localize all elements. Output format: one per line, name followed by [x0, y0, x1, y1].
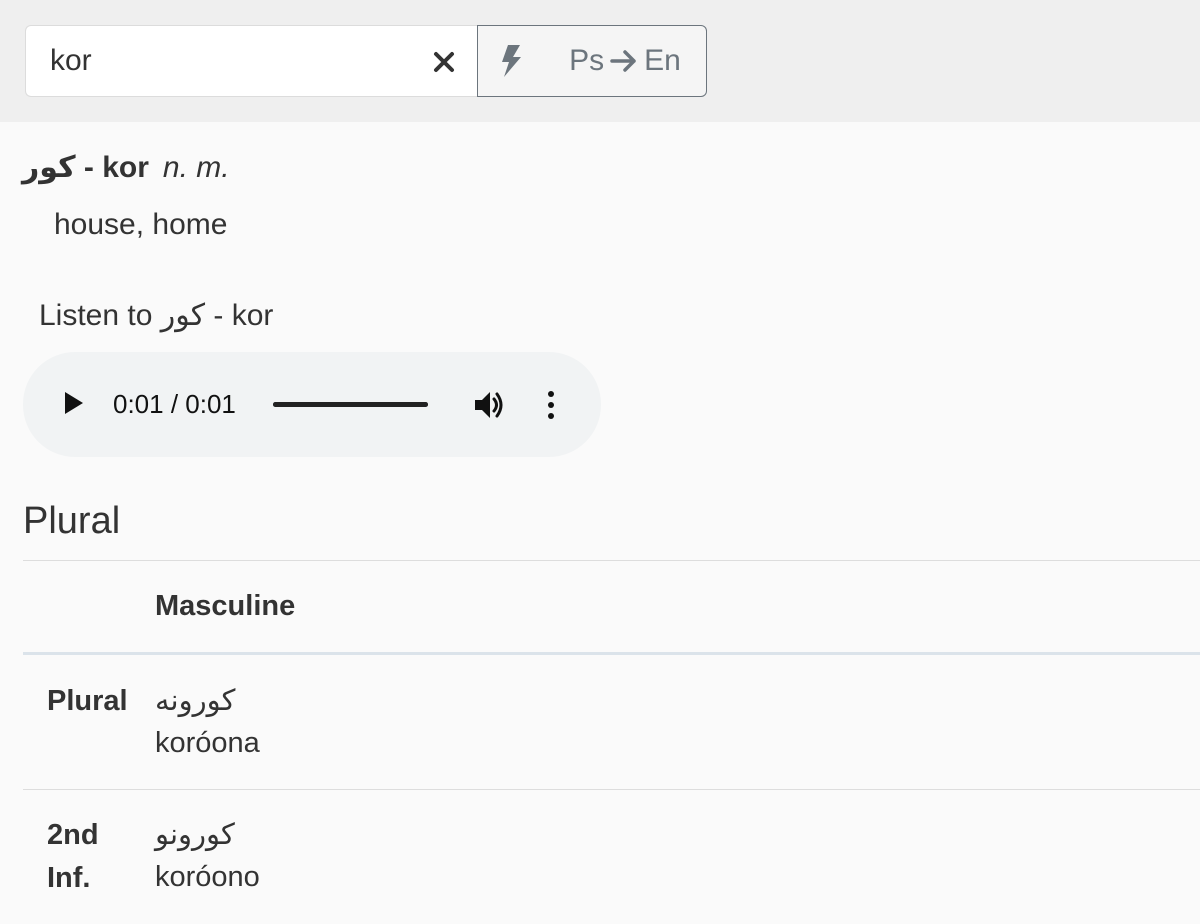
more-vertical-icon — [548, 391, 554, 419]
play-icon — [65, 392, 83, 414]
close-icon — [434, 52, 454, 72]
listen-separator: - — [205, 299, 232, 332]
part-of-speech: n. m. — [162, 151, 230, 184]
source-language: Ps — [569, 44, 605, 77]
volume-button[interactable] — [472, 388, 506, 427]
target-language: En — [644, 44, 681, 77]
entry-heading: کور - kor n. m. — [22, 150, 230, 185]
row-label: 2nd Inf. — [47, 819, 99, 894]
audio-progress-bar[interactable] — [273, 402, 428, 407]
language-direction-button[interactable]: Ps En — [544, 25, 707, 97]
entry-pashto: کور — [22, 150, 76, 185]
clear-search-button[interactable] — [426, 44, 462, 80]
search-input[interactable] — [50, 42, 420, 80]
search-field[interactable] — [25, 25, 477, 97]
arrow-right-icon — [610, 50, 636, 72]
table-header-divider — [23, 652, 1200, 655]
entry-definition: house, home — [54, 208, 228, 241]
audio-progress-fill — [273, 402, 428, 407]
table-row-divider — [23, 789, 1200, 790]
play-button[interactable] — [63, 390, 85, 421]
lightning-icon — [502, 45, 521, 77]
listen-phonetic: kor — [231, 299, 274, 332]
row-label: Plural — [47, 685, 128, 717]
inflection-phonetic: koróono — [155, 861, 260, 893]
volume-icon — [475, 392, 503, 418]
audio-player: 0:01 / 0:01 — [23, 352, 601, 457]
quick-search-button[interactable] — [477, 25, 545, 97]
table-top-divider — [23, 560, 1200, 561]
plural-section-title: Plural — [23, 500, 121, 542]
more-options-button[interactable] — [543, 388, 559, 427]
listen-prefix: Listen to — [39, 299, 161, 332]
audio-time: 0:01 / 0:01 — [113, 389, 236, 419]
inflection-phonetic: koróona — [155, 727, 260, 759]
search-bar: Ps En — [0, 0, 1200, 122]
inflection-pashto: کورونو — [155, 817, 235, 851]
entry-phonetic: kor — [102, 151, 149, 184]
inflection-pashto: کورونه — [155, 683, 236, 717]
entry-separator: - — [75, 151, 103, 184]
column-header-masculine: Masculine — [155, 590, 296, 622]
listen-pashto: کور — [160, 298, 206, 333]
listen-label: Listen to کور - kor — [39, 298, 273, 333]
